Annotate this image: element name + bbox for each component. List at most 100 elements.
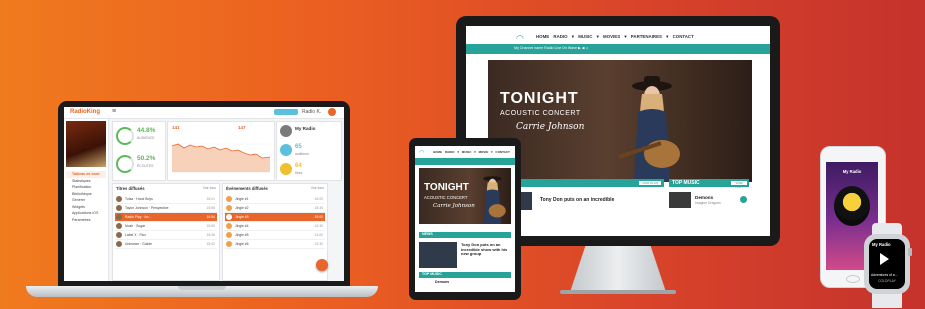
app-title: My Radio: [842, 169, 862, 174]
audio-player-bar[interactable]: My Channel name Radio Live On Wave ▶ ◀ ♫: [466, 44, 770, 54]
list-title: Évènements diffusés: [226, 186, 268, 191]
list-item[interactable]: Jingle #5 14:00: [225, 231, 325, 240]
audio-player-bar[interactable]: [415, 158, 515, 165]
watch-artist: COLDPLAY: [878, 279, 896, 283]
news-section-bar: NEWS: [419, 232, 511, 238]
singer-illustration: [483, 176, 506, 224]
top-music-button[interactable]: VOIR TOUT: [731, 181, 747, 189]
promo-banner: RadioKing ≡ Radio K. Tableau de bord Sta…: [0, 0, 925, 309]
nav-partners[interactable]: PARTENAIRES ▾: [631, 34, 669, 39]
radio-website-tablet: ◠ HOME RADIO ▾ MUSIC ▾ MOVIE ▾ CONTACT T…: [415, 146, 515, 292]
nav-home[interactable]: HOME: [536, 34, 549, 39]
list-item[interactable]: Noah · Sugar 15:50: [115, 222, 217, 231]
topbar-action-button[interactable]: [274, 109, 298, 115]
hero-title: TONIGHT: [500, 90, 579, 107]
disc-icon: [116, 155, 134, 173]
top-music-label: TOP MUSIC: [422, 272, 442, 276]
monitor-foot: [560, 290, 676, 294]
user-name[interactable]: Radio K.: [302, 109, 321, 115]
list-item[interactable]: Jingle #4 14:30: [225, 222, 325, 231]
play-icon[interactable]: [880, 253, 889, 265]
top-music-bar: TOP MUSIC: [419, 272, 511, 278]
hero-slider[interactable]: TONIGHT ACOUSTIC CONCERT Carrie Johnson …: [488, 60, 755, 182]
track-title: Demons: [695, 195, 714, 200]
sidebar-item-settings[interactable]: Paramètres: [66, 217, 106, 224]
nav-radio[interactable]: RADIO ▾: [445, 150, 459, 154]
list-item[interactable]: Jingle #1 16:00: [225, 195, 325, 204]
watch-band-bottom: [872, 292, 902, 308]
monitor-stand: [570, 246, 666, 292]
top-music-bar: TOP MUSIC VOIR TOUT: [669, 179, 749, 189]
play-icon[interactable]: [740, 196, 747, 203]
sidebar-nav: Tableau de bord Statistiques Planificati…: [66, 171, 106, 223]
list-item[interactable]: Tulsa · Hood Boys 16:01: [115, 195, 217, 204]
nav-movies[interactable]: MOVIES ▾: [603, 34, 627, 39]
listeners-icon: [280, 144, 292, 156]
home-button[interactable]: [846, 275, 860, 283]
chevron-right-icon[interactable]: ›: [752, 118, 755, 129]
news-thumbnail[interactable]: [419, 242, 457, 268]
stats-card: 44.8% AUDIENCE 50.2% ÉCOUTES: [112, 121, 166, 181]
tracks-value: 64: [295, 163, 302, 169]
news-headline[interactable]: Tony Don puts on an incredible show with…: [461, 242, 511, 257]
played-tracks-list: Titres diffusés Voir tous Tulsa · Hood B…: [112, 183, 220, 281]
player-text: My Channel name Radio Live On Wave ▶ ◀ ♫: [514, 46, 589, 50]
hero-subtitle: ACOUSTIC CONCERT: [424, 195, 468, 200]
news-headline: Tony Don puts on an incredible: [540, 197, 615, 203]
hero-subtitle: ACOUSTIC CONCERT: [500, 110, 581, 117]
singer-illustration: [618, 76, 680, 182]
top-music-item[interactable]: Demons Imagine Dragons: [669, 192, 749, 208]
hamburger-icon[interactable]: ≡: [112, 108, 116, 115]
audience-chart: 141 147: [167, 121, 275, 181]
hero-artist: Carrie Johnson: [433, 203, 475, 209]
nav-contact[interactable]: CONTACT: [495, 150, 509, 154]
nav-home[interactable]: HOME: [433, 150, 442, 154]
floating-action-button[interactable]: [316, 259, 328, 271]
nav-contact[interactable]: CONTACT: [673, 34, 694, 39]
listeners-label: auditeurs: [295, 152, 309, 156]
laptop-notch: [178, 286, 226, 290]
nav-movie[interactable]: MOVIE ▾: [479, 150, 493, 154]
watch-app-title: My Radio: [872, 242, 891, 247]
hero-title: TONIGHT: [424, 182, 469, 193]
news-more-button[interactable]: VOIR PLUS: [639, 181, 661, 185]
hero-artist: Carrie Johnson: [516, 122, 585, 132]
watch-song-title: Adventures of a...: [871, 273, 898, 277]
list-item[interactable]: Jingle #2 15:30: [225, 204, 325, 213]
stat-listens-value: 50.2%: [137, 155, 156, 162]
stat-audience-label: AUDIENCE: [137, 136, 155, 140]
list-title: Titres diffusés: [116, 186, 145, 191]
stat-listens-label: ÉCOUTES: [137, 164, 154, 168]
list-item[interactable]: Label X · Flux 15:46: [115, 231, 217, 240]
list-item-active[interactable]: Jingle #3 15:00: [225, 213, 325, 222]
nav-music[interactable]: MUSIC ▾: [578, 34, 599, 39]
list-item[interactable]: Jingle #6 13:30: [225, 240, 325, 249]
see-all-link[interactable]: Voir tous: [311, 186, 324, 190]
app-logo: RadioKing: [70, 109, 100, 115]
album-cover: [834, 186, 870, 226]
radio-cover-image: [66, 121, 106, 167]
avatar[interactable]: [328, 108, 336, 116]
radio-icon: [280, 125, 292, 137]
see-all-link[interactable]: Voir tous: [203, 186, 216, 190]
dashboard-topbar: RadioKing ≡ Radio K.: [64, 107, 344, 119]
news-label: NEWS: [422, 232, 433, 236]
list-item[interactable]: Unknown · Guilde 15:42: [115, 240, 217, 249]
radio-name: My Radio: [295, 126, 316, 131]
list-item-active[interactable]: Radio Play · Arr... 15:54: [115, 213, 217, 222]
track-artist: Imagine Dragons: [695, 201, 721, 205]
top-music-item[interactable]: Demons: [435, 280, 449, 284]
listeners-value: 65: [295, 144, 302, 150]
nav-music[interactable]: MUSIC ▾: [462, 150, 476, 154]
radio-waves-icon[interactable]: ◠: [419, 149, 424, 156]
nav-radio[interactable]: RADIO ▾: [553, 34, 574, 39]
laptop-dashboard: RadioKing ≡ Radio K. Tableau de bord Sta…: [64, 107, 344, 281]
played-events-list: Évènements diffusés Voir tous Jingle #1 1…: [222, 183, 328, 281]
headphones-icon: [116, 127, 134, 145]
watch-crown[interactable]: [908, 248, 912, 256]
radio-waves-icon[interactable]: ◠: [516, 33, 524, 44]
music-icon: [280, 163, 292, 175]
site-menu: HOME RADIO ▾ MUSIC ▾ MOVIES ▾ PARTENAIRE…: [536, 34, 694, 40]
list-item[interactable]: Taylor Johnson · Perspective 15:58: [115, 204, 217, 213]
hero-slider[interactable]: TONIGHT ACOUSTIC CONCERT Carrie Johnson: [419, 168, 511, 224]
